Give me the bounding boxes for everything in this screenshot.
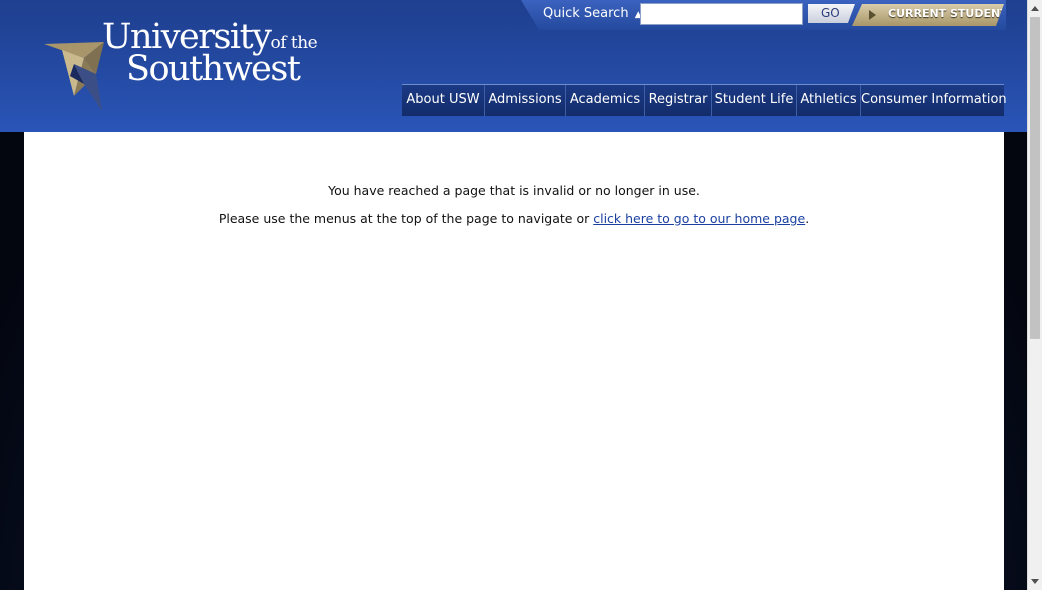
quick-search-input[interactable] xyxy=(640,3,803,25)
invalid-page-message: You have reached a page that is invalid … xyxy=(328,183,700,198)
go-button[interactable]: GO xyxy=(808,4,855,23)
nav-item-consumer-information[interactable]: Consumer Information xyxy=(861,85,1007,116)
scroll-up-arrow-icon[interactable] xyxy=(1031,6,1039,11)
main-nav: About USW Admissions Academics Registrar… xyxy=(402,84,1007,116)
scroll-down-arrow-icon[interactable] xyxy=(1031,579,1039,584)
main-content: You have reached a page that is invalid … xyxy=(24,132,1004,590)
logo-text-line2: Southwest xyxy=(126,49,301,89)
nav-item-academics[interactable]: Academics xyxy=(566,85,645,116)
nav-item-admissions[interactable]: Admissions xyxy=(485,85,566,116)
home-page-link[interactable]: click here to go to our home page xyxy=(593,211,805,226)
nav-item-about-usw[interactable]: About USW xyxy=(402,85,485,116)
university-logo[interactable]: Universityof the Southwest xyxy=(44,18,324,113)
scrollbar-thumb[interactable] xyxy=(1030,17,1040,339)
vertical-scrollbar[interactable] xyxy=(1027,0,1042,590)
play-arrow-icon xyxy=(869,10,876,20)
navigation-hint: Please use the menus at the top of the p… xyxy=(24,211,1004,226)
nav-item-athletics[interactable]: Athletics xyxy=(797,85,861,116)
site-header: Universityof the Southwest Quick Search … xyxy=(0,0,1027,132)
current-student-button[interactable]: CURRENT STUDENT xyxy=(852,4,1004,26)
navigation-hint-text: Please use the menus at the top of the p… xyxy=(218,211,594,226)
quick-search-toggle[interactable]: Quick Search ▲ xyxy=(543,6,642,21)
nav-item-registrar[interactable]: Registrar xyxy=(645,85,712,116)
current-student-label: CURRENT STUDENT xyxy=(888,7,1008,20)
navigation-hint-period: . xyxy=(805,211,810,226)
nav-item-student-life[interactable]: Student Life xyxy=(712,85,797,116)
quick-search-label: Quick Search xyxy=(543,6,629,21)
